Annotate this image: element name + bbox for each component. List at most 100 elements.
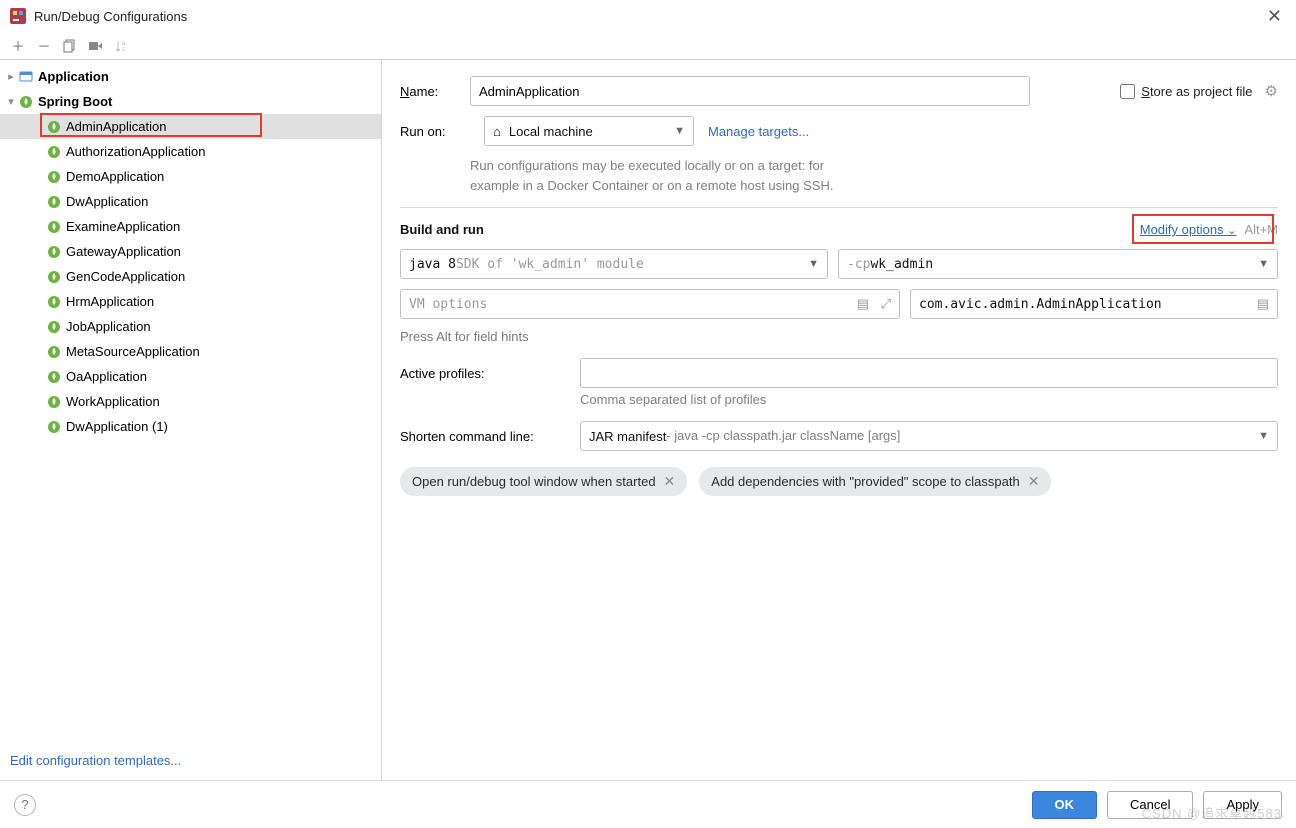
tree-item[interactable]: DwApplication (1)	[0, 414, 381, 439]
spring-boot-icon	[46, 294, 62, 310]
spring-boot-icon	[18, 94, 34, 110]
tree-item-label: GatewayApplication	[66, 244, 181, 259]
modify-options-shortcut: Alt+M	[1244, 222, 1278, 237]
spring-boot-icon	[46, 219, 62, 235]
chip-add-provided-deps[interactable]: Add dependencies with "provided" scope t…	[699, 467, 1051, 496]
tree-item[interactable]: GatewayApplication	[0, 239, 381, 264]
tree-item[interactable]: HrmApplication	[0, 289, 381, 314]
home-icon: ⌂	[493, 124, 501, 139]
help-button[interactable]: ?	[14, 794, 36, 816]
caret-down-icon: ⌄	[1227, 225, 1236, 237]
tree-item-label: DwApplication (1)	[66, 419, 168, 434]
add-config-button[interactable]: ＋	[6, 35, 30, 57]
caret-down-icon: ▼	[1258, 430, 1269, 442]
spring-boot-icon	[46, 119, 62, 135]
tree-toolbar: ＋ － az	[0, 32, 1296, 60]
tree-item-label: AuthorizationApplication	[66, 144, 205, 159]
field-hints: Press Alt for field hints	[400, 329, 1278, 344]
config-tree[interactable]: ▸ Application ▾ Spring Boot AdminApplica…	[0, 60, 382, 780]
tree-item-label: WorkApplication	[66, 394, 160, 409]
apply-button[interactable]: Apply	[1203, 791, 1282, 819]
chip-remove-icon[interactable]: ✕	[664, 473, 676, 490]
cancel-button[interactable]: Cancel	[1107, 791, 1193, 819]
spring-boot-icon	[46, 244, 62, 260]
tree-item-label: HrmApplication	[66, 294, 154, 309]
tree-item-label: ExamineApplication	[66, 219, 180, 234]
close-icon[interactable]: ✕	[1263, 6, 1286, 27]
list-icon[interactable]: ▤	[1257, 296, 1269, 312]
active-profiles-label: Active profiles:	[400, 366, 580, 381]
list-icon[interactable]: ▤	[857, 296, 869, 312]
tree-item[interactable]: MetaSourceApplication	[0, 339, 381, 364]
ok-button[interactable]: OK	[1032, 791, 1098, 819]
remove-config-button[interactable]: －	[32, 35, 56, 57]
expand-icon[interactable]: ⤢	[881, 296, 891, 312]
caret-down-icon: ▼	[1258, 258, 1269, 270]
tree-item[interactable]: JobApplication	[0, 314, 381, 339]
tree-item[interactable]: AuthorizationApplication	[0, 139, 381, 164]
save-config-button[interactable]	[84, 35, 108, 57]
name-input[interactable]	[470, 76, 1030, 106]
application-group-icon	[18, 69, 34, 85]
titlebar: Run/Debug Configurations ✕	[0, 0, 1296, 32]
runon-value: Local machine	[509, 124, 593, 139]
tree-item-label: OaApplication	[66, 369, 147, 384]
tree-group-label: Spring Boot	[38, 94, 112, 109]
tree-group-label: Application	[38, 69, 109, 84]
vm-options-input[interactable]: VM options ▤ ⤢	[400, 289, 900, 319]
tree-item[interactable]: AdminApplication	[0, 114, 381, 139]
edit-templates-link[interactable]: Edit configuration templates...	[10, 753, 181, 768]
tree-item-label: JobApplication	[66, 319, 151, 334]
chevron-down-icon[interactable]: ▾	[4, 95, 18, 108]
tree-item-label: GenCodeApplication	[66, 269, 185, 284]
tree-item[interactable]: OaApplication	[0, 364, 381, 389]
tree-item-label: MetaSourceApplication	[66, 344, 200, 359]
runon-label: Run on:	[400, 124, 470, 139]
tree-item[interactable]: DwApplication	[0, 189, 381, 214]
chevron-right-icon[interactable]: ▸	[4, 70, 18, 83]
manage-targets-link[interactable]: Manage targets...	[708, 124, 809, 139]
jdk-select[interactable]: java 8 SDK of 'wk_admin' module ▼	[400, 249, 828, 279]
tree-item[interactable]: DemoApplication	[0, 164, 381, 189]
build-run-title: Build and run	[400, 222, 484, 237]
config-form: Name: Store as project file ⚙ Run on: ⌂ …	[382, 60, 1296, 780]
caret-down-icon: ▼	[674, 125, 685, 137]
runon-select[interactable]: ⌂ Local machine ▼	[484, 116, 694, 146]
svg-text:z: z	[122, 47, 125, 53]
spring-boot-icon	[46, 344, 62, 360]
caret-down-icon: ▼	[808, 258, 819, 270]
spring-boot-icon	[46, 194, 62, 210]
chip-open-tool-window[interactable]: Open run/debug tool window when started …	[400, 467, 687, 496]
tree-item-label: AdminApplication	[66, 119, 166, 134]
spring-boot-icon	[46, 169, 62, 185]
tree-application-group[interactable]: ▸ Application	[0, 64, 381, 89]
modify-options-link[interactable]: Modify options ⌄	[1140, 222, 1237, 237]
store-as-project-file[interactable]: Store as project file ⚙	[1120, 82, 1278, 100]
tree-springboot-group[interactable]: ▾ Spring Boot	[0, 89, 381, 114]
spring-boot-icon	[46, 144, 62, 160]
shorten-cmd-label: Shorten command line:	[400, 429, 580, 444]
tree-item-label: DemoApplication	[66, 169, 164, 184]
main-area: ▸ Application ▾ Spring Boot AdminApplica…	[0, 60, 1296, 780]
tree-item[interactable]: ExamineApplication	[0, 214, 381, 239]
name-label: Name:	[400, 84, 470, 99]
shorten-cmd-select[interactable]: JAR manifest - java -cp classpath.jar cl…	[580, 421, 1278, 451]
main-class-input[interactable]: com.avic.admin.AdminApplication ▤	[910, 289, 1278, 319]
spring-boot-icon	[46, 394, 62, 410]
spring-boot-icon	[46, 319, 62, 335]
spring-boot-icon	[46, 419, 62, 435]
intellij-logo-icon	[10, 8, 26, 24]
sort-config-button[interactable]: az	[110, 35, 134, 57]
classpath-select[interactable]: -cp wk_admin ▼	[838, 249, 1278, 279]
gear-icon[interactable]: ⚙	[1265, 82, 1278, 100]
tree-item[interactable]: WorkApplication	[0, 389, 381, 414]
window-title: Run/Debug Configurations	[34, 9, 1263, 24]
spring-boot-icon	[46, 269, 62, 285]
copy-config-button[interactable]	[58, 35, 82, 57]
tree-item-label: DwApplication	[66, 194, 148, 209]
chip-remove-icon[interactable]: ✕	[1028, 473, 1040, 490]
section-separator	[400, 207, 1278, 208]
tree-item[interactable]: GenCodeApplication	[0, 264, 381, 289]
active-profiles-input[interactable]	[580, 358, 1278, 388]
store-checkbox[interactable]	[1120, 84, 1135, 99]
